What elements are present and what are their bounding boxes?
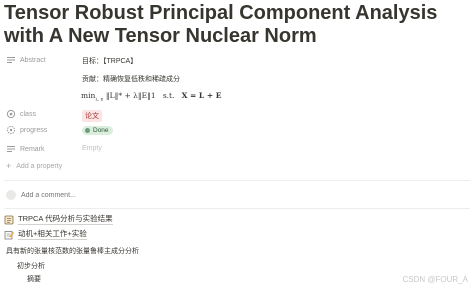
property-abstract[interactable]: Abstract (6, 53, 46, 67)
property-class[interactable]: class (6, 107, 36, 121)
formula-constraint: X = L + E (181, 91, 222, 100)
lines-icon (6, 144, 16, 154)
plus-icon: + (6, 161, 12, 171)
comment-input[interactable] (21, 191, 221, 199)
formula-st: s.t. (162, 91, 175, 100)
notebook-icon (4, 215, 14, 225)
formula-min: min (81, 91, 96, 100)
memo-icon (4, 230, 15, 240)
class-tag[interactable]: 论文 (82, 110, 102, 122)
sparkle-icon (6, 125, 16, 135)
toggle-preliminary-analysis[interactable]: 初步分析 (17, 261, 45, 271)
formula-sub: L, E (95, 96, 104, 102)
page-link-label: TRPCA 代码分析与实验结果 (18, 214, 113, 225)
formula-objective: ‖L‖* + λ‖E‖1 (105, 91, 156, 100)
paragraph-text[interactable]: 具有新的张量核范数的张量鲁棒主成分分析 (6, 246, 139, 256)
add-property-button[interactable]: + Add a property (6, 159, 62, 173)
avatar (6, 190, 16, 200)
abstract-goal[interactable]: 目标：【TRPCA】 (82, 56, 137, 66)
page-title[interactable]: Tensor Robust Principal Component Analys… (4, 2, 472, 48)
property-label: Abstract (20, 56, 46, 64)
property-label: progress (20, 126, 48, 134)
target-icon (6, 109, 16, 119)
remark-value[interactable]: Empty (82, 145, 102, 152)
property-label: class (20, 110, 36, 118)
page-link-trpca-code[interactable]: TRPCA 代码分析与实验结果 (4, 213, 113, 226)
property-remark[interactable]: Remark (6, 142, 45, 156)
status-text: Done (93, 127, 109, 134)
progress-status-badge[interactable]: Done (82, 126, 113, 135)
property-label: Remark (20, 145, 45, 153)
divider (4, 180, 470, 181)
watermark: CSDN @FOUR_A (402, 275, 468, 284)
property-progress[interactable]: progress (6, 123, 47, 137)
abstract-contribution[interactable]: 贡献：精确恢复低秩和稀疏成分 (82, 74, 180, 84)
divider (4, 208, 470, 209)
abstract-formula: minL, E ‖L‖* + λ‖E‖1 s.t. X = L + E (81, 91, 221, 102)
comment-box[interactable] (6, 188, 221, 202)
status-dot (85, 128, 90, 133)
toggle-abstract[interactable]: 摘要 (27, 274, 41, 284)
page-link-motivation[interactable]: 动机+相关工作+实验 (4, 228, 87, 241)
lines-icon (6, 55, 16, 65)
page-link-label: 动机+相关工作+实验 (18, 229, 87, 240)
add-property-label: Add a property (16, 162, 63, 170)
